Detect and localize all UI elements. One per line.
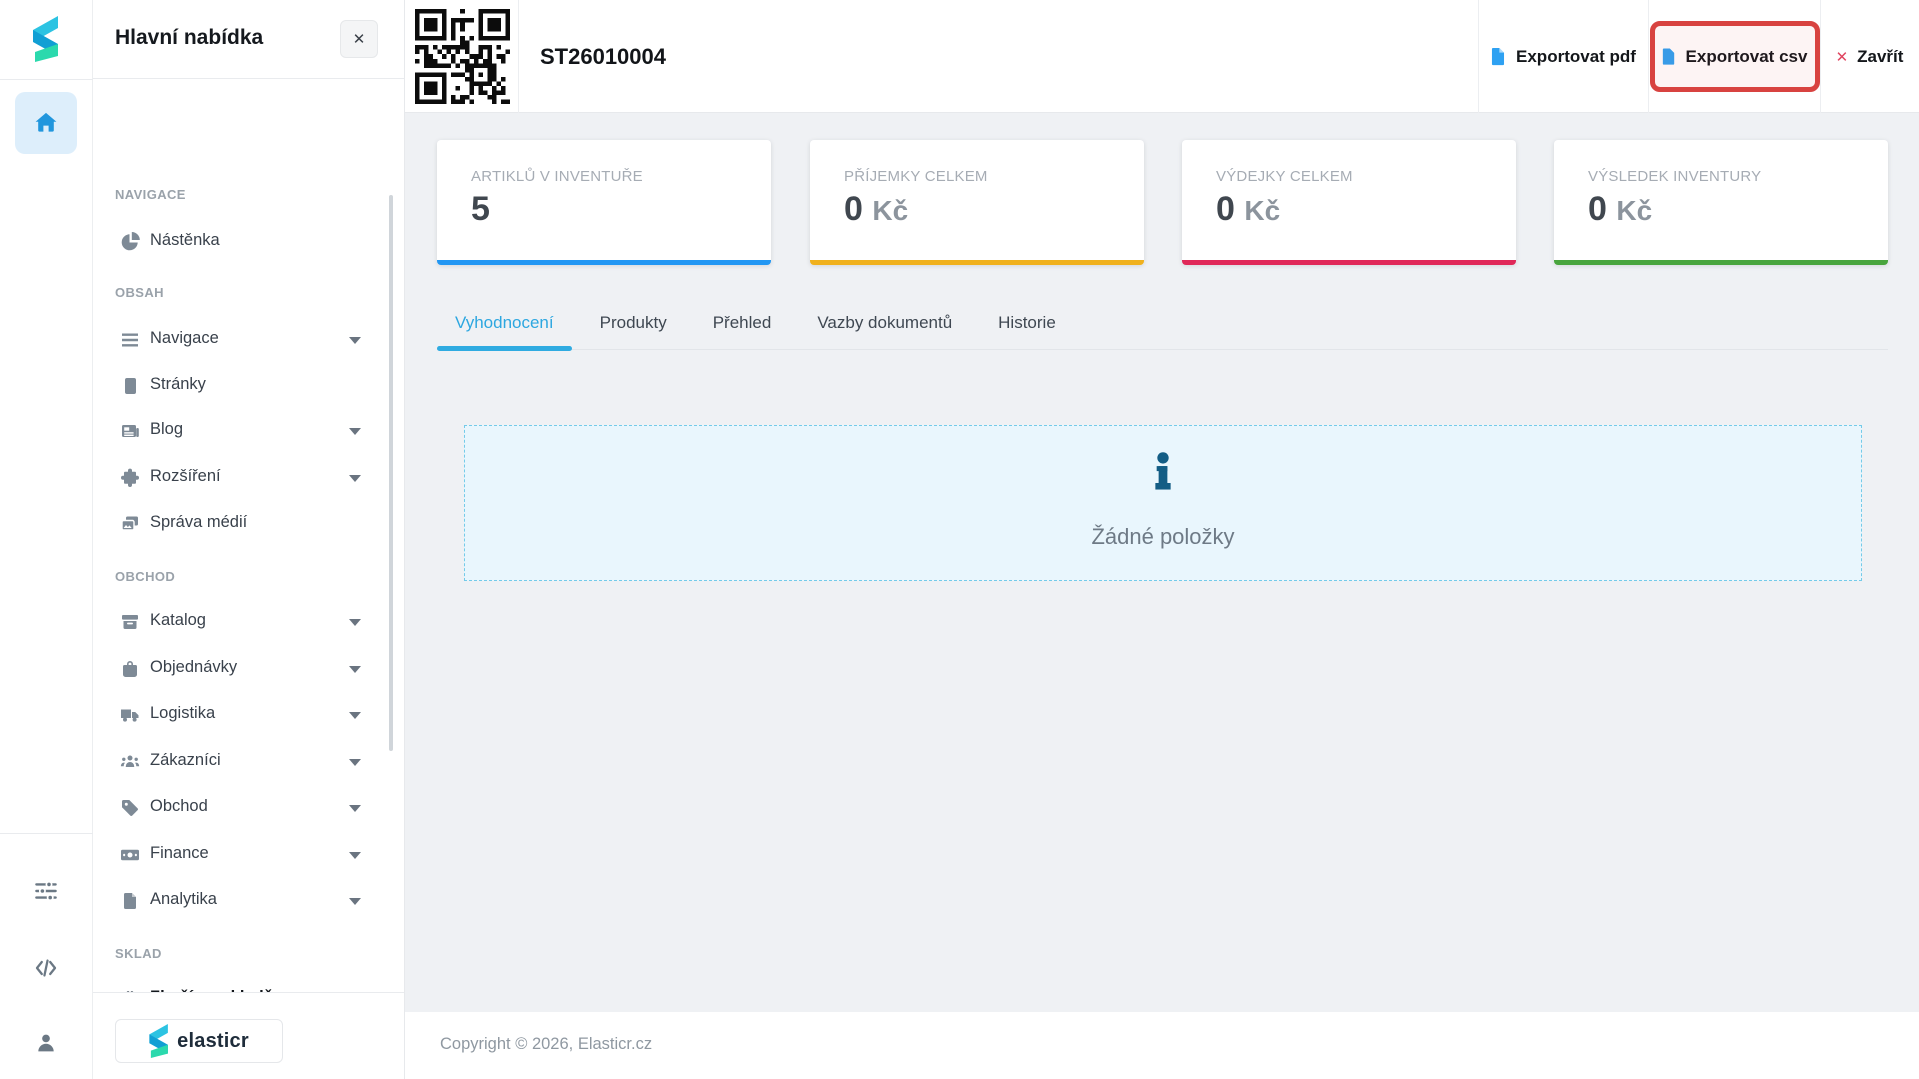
settings-button[interactable] [15,860,77,922]
stat-card-prijemky: PŘÍJEMKY CELKEM 0 Kč [810,140,1144,265]
tab-historie[interactable]: Historie [980,298,1074,350]
tag-icon [120,798,140,818]
section-navigace: NAVIGACE [115,187,186,202]
account-button[interactable] [15,1012,77,1074]
sidebar-item-navigace[interactable]: Navigace [93,317,404,363]
sidebar-title: Hlavní nabídka [115,26,263,50]
sliders-icon [34,879,58,903]
chevron-down-icon [349,337,361,344]
sidebar-item-objednavky[interactable]: Objednávky [93,646,404,692]
menu-lines-icon [120,330,140,350]
empty-state: Žádné položky [464,425,1862,581]
sidebar-nav: NAVIGACE Nástěnka OBSAH Navigace Stránky… [93,79,404,992]
stat-card-vydejky: VÝDEJKY CELKEM 0 Kč [1182,140,1516,265]
chevron-down-icon [349,805,361,812]
stat-card-vysledek: VÝSLEDEK INVENTURY 0 Kč [1554,140,1888,265]
newspaper-icon [120,421,140,441]
app-root: Hlavní nabídka ✕ NAVIGACE Nástěnka OBSAH… [0,0,1919,1079]
sidebar-item-blog[interactable]: Blog [93,408,404,454]
main-menu-sidebar: Hlavní nabídka ✕ NAVIGACE Nástěnka OBSAH… [93,0,405,1079]
code-icon [34,956,58,980]
main-area: ST26010004 Exportovat pdf Exportovat csv… [405,0,1919,1079]
chevron-down-icon [349,852,361,859]
tab-vyhodnoceni[interactable]: Vyhodnocení [437,298,572,350]
home-button[interactable] [15,92,77,154]
close-x-icon: ✕ [1836,48,1849,66]
chevron-down-icon [349,898,361,905]
detail-tabs: Vyhodnocení Produkty Přehled Vazby dokum… [437,298,1888,350]
sidebar-scrollbar[interactable] [389,195,393,751]
document-number: ST26010004 [540,44,666,70]
archive-box-icon [120,612,140,632]
tab-vazby-dokumentu[interactable]: Vazby dokumentů [799,298,970,350]
elasticr-mark-icon [149,1024,169,1058]
sidebar-item-rozsireni[interactable]: Rozšíření [93,455,404,501]
tab-produkty[interactable]: Produkty [582,298,685,350]
export-csv-button[interactable]: Exportovat csv [1648,0,1820,113]
rail-divider-top [0,79,93,80]
sidebar-item-logistika[interactable]: Logistika [93,692,404,738]
chevron-down-icon [349,475,361,482]
bag-icon [120,659,140,679]
sidebar-item-stranky[interactable]: Stránky [93,363,404,409]
brand-wordmark: elasticr [177,1030,249,1053]
close-icon: ✕ [353,30,366,48]
page-footer: Copyright © 2026, Elasticr.cz [405,1012,1919,1079]
document-header: ST26010004 Exportovat pdf Exportovat csv… [405,0,1919,113]
stat-card-artikly: ARTIKLŮ V INVENTUŘE 5 [437,140,771,265]
sidebar-item-zakaznici[interactable]: Zákazníci [93,739,404,785]
chevron-down-icon [349,759,361,766]
header-separator [518,0,519,113]
pdf-file-icon [1490,47,1507,66]
rail-divider-bottom [0,833,93,834]
sidebar-item-analytika[interactable]: Analytika [93,878,404,924]
section-obchod: OBCHOD [115,569,175,584]
section-sklad: SKLAD [115,946,162,961]
chevron-down-icon [349,619,361,626]
truck-icon [120,705,140,725]
developer-button[interactable] [15,937,77,999]
elasticr-brand-link[interactable]: elasticr [115,1019,283,1063]
banknote-icon [120,845,140,865]
sidebar-item-zbozi-na-sklade[interactable]: Zboží na skladě [93,976,404,992]
page-icon [120,376,140,396]
puzzle-icon [120,468,140,488]
sidebar-header: Hlavní nabídka ✕ [93,0,404,79]
info-icon [1151,452,1175,495]
chevron-down-icon [349,712,361,719]
tab-prehled[interactable]: Přehled [695,298,790,350]
section-obsah: OBSAH [115,285,164,300]
sidebar-item-katalog[interactable]: Katalog [93,599,404,645]
sidebar-close-button[interactable]: ✕ [340,20,378,58]
dashboard-pie-icon [120,232,140,252]
icon-rail [0,0,93,1079]
chevron-down-icon [349,666,361,673]
export-pdf-button[interactable]: Exportovat pdf [1478,0,1648,113]
media-images-icon [120,514,140,534]
sidebar-footer: elasticr [93,992,404,1079]
close-document-button[interactable]: ✕ Zavřít [1820,0,1919,113]
document-icon [120,891,140,911]
home-icon [33,110,59,136]
qr-code [415,9,510,104]
empty-state-message: Žádné položky [465,524,1861,550]
users-group-icon [120,752,140,772]
sidebar-item-finance[interactable]: Finance [93,832,404,878]
csv-file-icon [1661,47,1677,66]
copyright-text: Copyright © 2026, Elasticr.cz [440,1035,652,1054]
sidebar-item-obchod[interactable]: Obchod [93,785,404,831]
elasticr-mark-icon [33,16,59,67]
chevron-down-icon [349,428,361,435]
sidebar-item-sprava-medii[interactable]: Správa médií [93,501,404,547]
user-icon [34,1031,58,1055]
sidebar-item-nastenka[interactable]: Nástěnka [93,219,404,265]
